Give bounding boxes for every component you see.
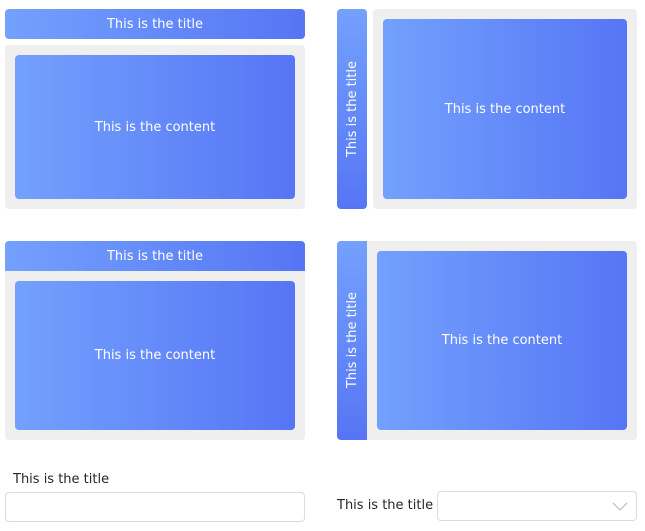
top-right-panel: This is the content: [373, 9, 637, 209]
top-left-content-card: This is the content: [15, 55, 295, 199]
text-input[interactable]: [5, 492, 305, 522]
top-right-title-bar: This is the title: [337, 9, 367, 209]
top-left-panel: This is the content: [5, 45, 305, 209]
top-left-title: This is the title: [106, 16, 204, 32]
top-left-title-bar: This is the title: [5, 9, 305, 39]
text-field-label: This is the title: [13, 472, 110, 487]
select-dropdown[interactable]: [437, 491, 637, 521]
chevron-down-icon[interactable]: [612, 500, 628, 512]
top-right-content: This is the content: [444, 101, 566, 117]
top-right-content-card: This is the content: [383, 19, 627, 199]
select-field-label: This is the title: [337, 498, 434, 513]
bottom-left-content-card: This is the content: [15, 281, 295, 430]
bottom-left-title: This is the title: [106, 248, 204, 264]
bottom-left-title-bar: This is the title: [5, 241, 305, 271]
top-left-content: This is the content: [94, 119, 216, 135]
bottom-right-title: This is the title: [344, 292, 360, 389]
bottom-right-title-bar: This is the title: [337, 241, 367, 440]
bottom-left-panel: This is the title This is the content: [5, 241, 305, 440]
bottom-right-panel: This is the title This is the content: [337, 241, 637, 440]
bottom-right-content: This is the content: [441, 333, 563, 348]
bottom-left-content: This is the content: [94, 348, 216, 363]
top-right-title: This is the title: [344, 60, 360, 158]
bottom-right-content-card: This is the content: [377, 251, 627, 430]
